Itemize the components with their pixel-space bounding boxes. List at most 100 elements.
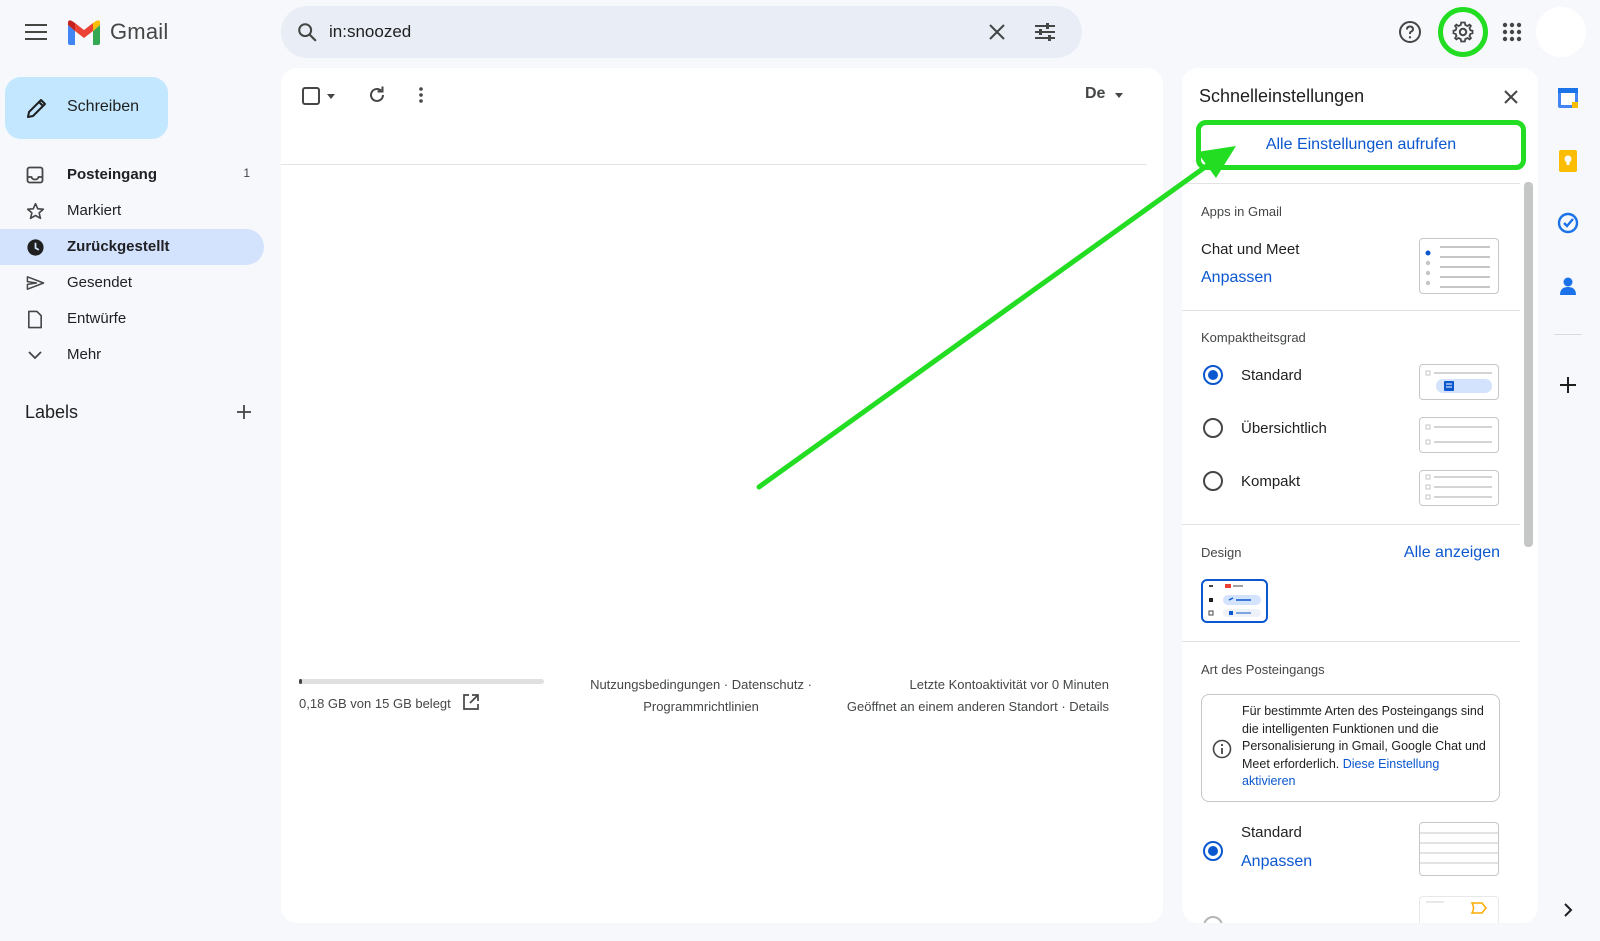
density-option-label: Standard (1241, 367, 1302, 384)
help-button[interactable] (1392, 14, 1428, 50)
chat-meet-label: Chat und Meet (1201, 241, 1300, 258)
contacts-icon[interactable] (1556, 274, 1580, 298)
send-icon (25, 273, 45, 293)
inbox-standard-radio[interactable] (1203, 841, 1223, 861)
sidebar-item-more[interactable]: Mehr (0, 337, 264, 373)
top-bar: Gmail (0, 0, 1600, 64)
sidebar-item-drafts[interactable]: Entwürfe (0, 301, 264, 337)
sidebar-item-label: Zurückgestellt (67, 238, 170, 255)
open-in-new-icon[interactable] (461, 692, 481, 712)
inbox-next-preview (1419, 896, 1499, 923)
inbox-type-info: Für bestimmte Arten des Posteingangs sin… (1201, 694, 1500, 802)
section-divider (1182, 641, 1520, 642)
sidebar-item-label: Markiert (67, 202, 122, 219)
storage-usage-text: 0,18 GB von 15 GB belegt (299, 696, 451, 711)
info-icon (1212, 739, 1232, 759)
activity-details-link[interactable]: Geöffnet an einem anderen Standort · Det… (821, 696, 1109, 718)
google-apps-button[interactable] (1494, 14, 1530, 50)
theme-heading: Design (1201, 545, 1242, 560)
help-icon (1399, 21, 1421, 43)
label-tag-icon (1426, 901, 1487, 914)
sidebar-nav: Posteingang 1 Markiert Zurückgestellt Ge… (0, 157, 264, 373)
account-activity: Letzte Kontoaktivität vor 0 Minuten Geöf… (821, 674, 1109, 718)
density-option-label: Kompakt (1241, 473, 1301, 490)
footer-links: Nutzungsbedingungen · Datenschutz · Prog… (581, 674, 821, 718)
density-compact-radio[interactable] (1203, 471, 1223, 491)
apps-grid-icon (1502, 22, 1522, 42)
quick-settings-panel: Schnelleinstellungen Alle Einstellungen … (1182, 68, 1538, 923)
search-icon[interactable] (293, 18, 321, 46)
density-standard-radio[interactable] (1203, 365, 1223, 385)
search-options-icon[interactable] (1031, 18, 1059, 46)
add-addon-icon[interactable] (1556, 373, 1580, 397)
caret-down-icon[interactable] (325, 90, 337, 102)
labels-heading: Labels (25, 402, 79, 422)
sidebar-item-starred[interactable]: Markiert (0, 193, 264, 229)
inbox-next-radio[interactable] (1203, 916, 1223, 923)
inbox-standard-label: Standard (1241, 824, 1302, 841)
program-policies-link[interactable]: Programmrichtlinien (581, 696, 821, 718)
refresh-icon[interactable] (365, 83, 389, 107)
draft-file-icon (25, 309, 45, 329)
input-language-button[interactable]: De (1085, 85, 1105, 103)
layout-preview-image (1425, 424, 1492, 445)
calendar-icon[interactable] (1556, 86, 1580, 110)
toolbar-divider (281, 164, 1147, 165)
layout-preview-image (1425, 246, 1490, 288)
density-option-label: Übersichtlich (1241, 420, 1327, 437)
add-label-button[interactable] (232, 400, 256, 424)
settings-button[interactable] (1438, 7, 1488, 57)
see-all-settings-button[interactable]: Alle Einstellungen aufrufen (1196, 120, 1526, 170)
chat-meet-preview (1419, 238, 1499, 294)
more-vert-icon[interactable] (409, 83, 433, 107)
search-input[interactable] (329, 18, 929, 46)
inbox-type-heading: Art des Posteingangs (1201, 662, 1325, 677)
close-icon[interactable] (1500, 86, 1522, 108)
sidebar-item-label: Entwürfe (67, 310, 127, 327)
compose-label: Schreiben (67, 98, 140, 115)
terms-privacy-link[interactable]: Nutzungsbedingungen · Datenschutz · (581, 674, 821, 696)
sidebar-item-label: Gesendet (67, 274, 133, 291)
sidebar-item-sent[interactable]: Gesendet (0, 265, 264, 301)
theme-preview-button[interactable] (1201, 579, 1268, 623)
tasks-icon[interactable] (1556, 211, 1580, 235)
account-avatar[interactable] (1536, 7, 1586, 57)
gmail-m-icon (68, 19, 100, 45)
keep-icon[interactable] (1556, 149, 1580, 173)
plus-icon (237, 405, 251, 419)
sidebar-item-inbox[interactable]: Posteingang 1 (0, 157, 264, 193)
layout-preview-image (1425, 474, 1492, 500)
layout-preview-image (1420, 832, 1498, 864)
select-all-checkbox[interactable] (301, 86, 321, 106)
density-compact-preview (1419, 470, 1499, 506)
compose-button[interactable]: Schreiben (5, 77, 168, 139)
section-divider (1182, 524, 1520, 525)
theme-preview-image (1208, 584, 1261, 617)
message-list-panel: De 0,18 GB von 15 GB belegt Nutzungsbedi… (281, 68, 1163, 923)
sidebar-item-snoozed[interactable]: Zurückgestellt (0, 229, 264, 265)
inbox-customize-link[interactable]: Anpassen (1241, 853, 1312, 871)
clock-icon (25, 237, 45, 257)
inbox-icon (25, 165, 45, 185)
panel-scrollbar[interactable] (1524, 182, 1533, 547)
density-comfortable-radio[interactable] (1203, 418, 1223, 438)
gmail-logo[interactable]: Gmail (66, 16, 168, 48)
inbox-standard-preview (1419, 822, 1499, 876)
unread-count: 1 (243, 166, 250, 180)
density-heading: Kompaktheitsgrad (1201, 330, 1306, 345)
chevron-right-icon[interactable] (1556, 898, 1580, 922)
quick-settings-title: Schnelleinstellungen (1199, 86, 1365, 106)
section-divider (1182, 310, 1520, 311)
density-comfortable-preview (1419, 417, 1499, 453)
main-menu-button[interactable] (16, 12, 56, 52)
inbox-type-info-text: Für bestimmte Arten des Posteingangs sin… (1242, 703, 1494, 791)
layout-preview-image (1425, 370, 1492, 393)
clear-search-icon[interactable] (983, 18, 1011, 46)
strip-divider (1554, 334, 1582, 335)
hamburger-icon (25, 24, 47, 40)
caret-down-icon[interactable] (1113, 89, 1125, 101)
customize-apps-link[interactable]: Anpassen (1201, 269, 1272, 287)
storage-meter (299, 679, 544, 684)
show-all-themes-link[interactable]: Alle anzeigen (1402, 544, 1500, 562)
last-activity-text: Letzte Kontoaktivität vor 0 Minuten (909, 677, 1109, 692)
